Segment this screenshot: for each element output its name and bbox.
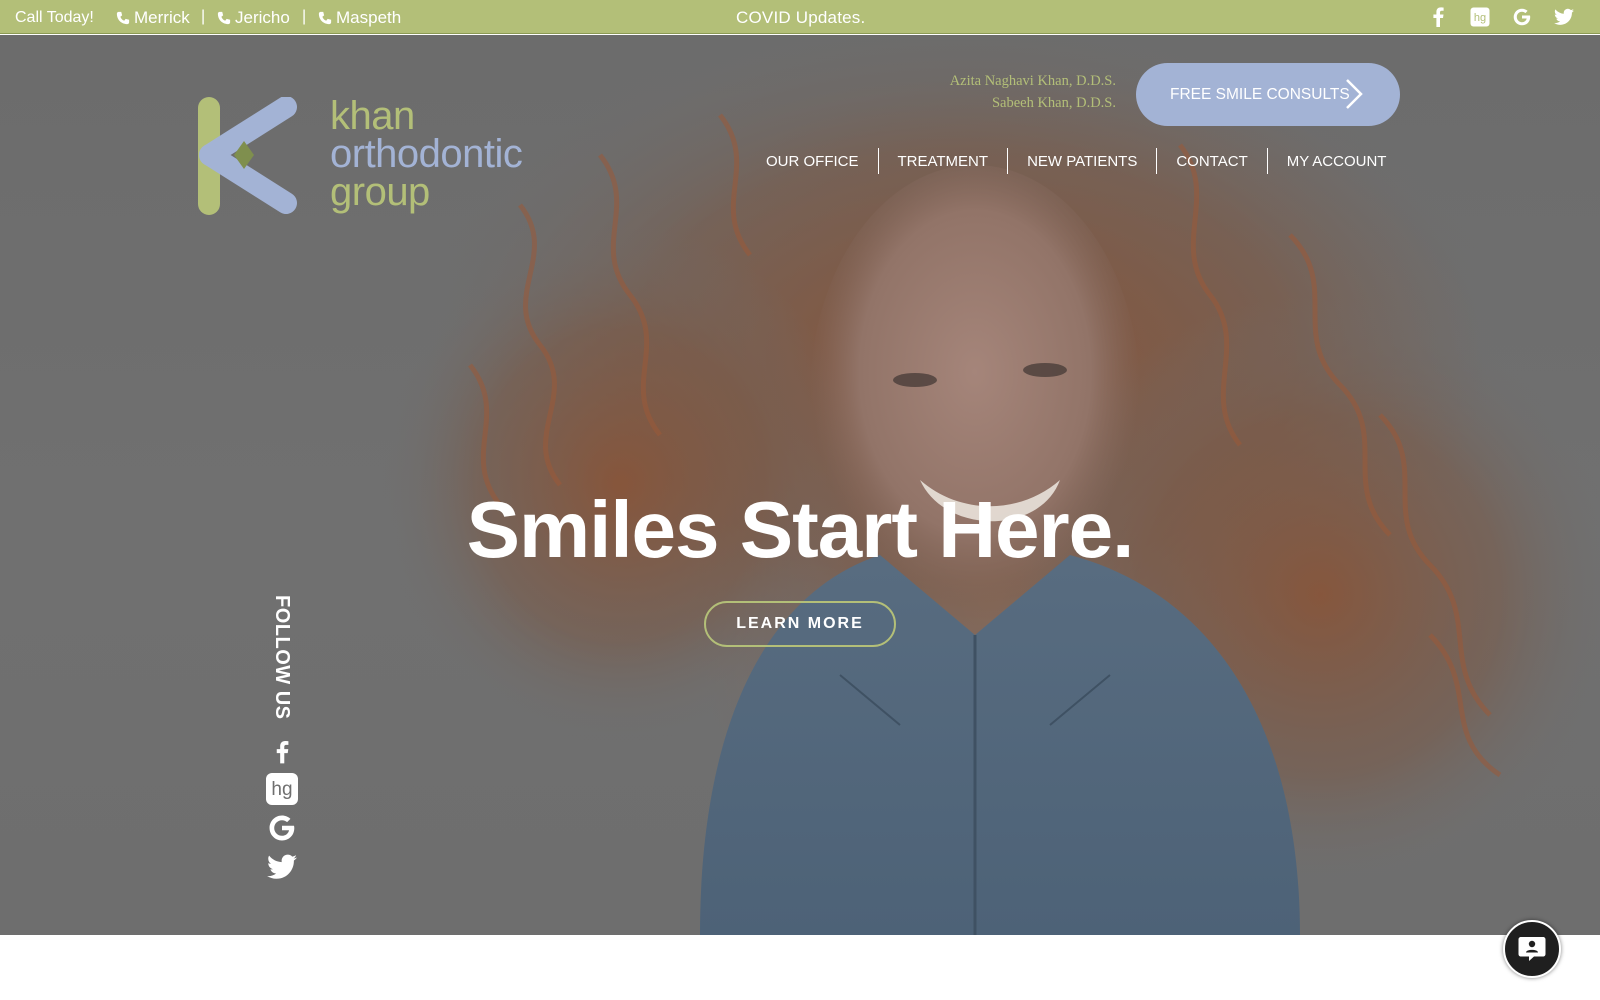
twitter-icon[interactable] bbox=[1553, 6, 1575, 28]
hero-section: khan orthodontic group Azita Naghavi Kha… bbox=[0, 35, 1600, 935]
location-jericho: Jericho bbox=[235, 8, 290, 27]
call-today-label: Call Today! bbox=[15, 9, 94, 26]
nav-treatment[interactable]: TREATMENT bbox=[879, 153, 1008, 170]
logo-text-group: group bbox=[330, 170, 430, 214]
twitter-icon[interactable] bbox=[264, 850, 300, 884]
nav-our-office[interactable]: OUR OFFICE bbox=[758, 153, 878, 170]
separator: | bbox=[302, 8, 307, 25]
main-nav: OUR OFFICE TREATMENT NEW PATIENTS CONTAC… bbox=[758, 148, 1405, 174]
chevron-right-icon bbox=[1346, 79, 1363, 109]
facebook-icon[interactable] bbox=[1427, 6, 1449, 28]
nav-my-account[interactable]: MY ACCOUNT bbox=[1268, 153, 1406, 170]
houzz-hg-icon[interactable]: hg bbox=[1469, 6, 1491, 28]
learn-more-button[interactable]: LEARN MORE bbox=[704, 601, 896, 647]
consult-button-label: FREE SMILE CONSULTS bbox=[1170, 85, 1350, 103]
covid-updates-link[interactable]: COVID Updates. bbox=[736, 8, 865, 28]
logo-text-orthodontic: orthodontic bbox=[330, 132, 523, 176]
svg-text:hg: hg bbox=[1474, 12, 1486, 24]
logo-k-mark bbox=[198, 97, 297, 215]
hg-icon[interactable]: hg bbox=[264, 772, 300, 806]
location-merrick: Merrick bbox=[134, 8, 190, 27]
follow-us-text: FOLLOW US bbox=[271, 595, 293, 720]
chat-contact-icon bbox=[1518, 937, 1546, 961]
doctor-names: Azita Naghavi Khan, D.D.S. Sabeeh Khan, … bbox=[900, 70, 1116, 114]
phone-link-maspeth[interactable]: Maspeth bbox=[318, 8, 401, 28]
free-smile-consults-button[interactable]: FREE SMILE CONSULTS bbox=[1136, 63, 1400, 126]
phone-icon bbox=[217, 11, 231, 25]
logo-text-khan: khan bbox=[330, 94, 415, 138]
follow-us-label: FOLLOW US bbox=[270, 595, 294, 719]
phone-link-merrick[interactable]: Merrick bbox=[116, 8, 190, 28]
phone-link-jericho[interactable]: Jericho bbox=[217, 8, 290, 28]
google-icon[interactable] bbox=[1511, 6, 1533, 28]
hero-headline: Smiles Start Here. bbox=[466, 485, 1135, 574]
svg-text:hg: hg bbox=[271, 779, 292, 800]
khan-orthodontic-logo[interactable]: khan orthodontic group bbox=[198, 94, 538, 217]
doctor-name-sabeeh: Sabeeh Khan, D.D.S. bbox=[991, 95, 1116, 111]
nav-new-patients[interactable]: NEW PATIENTS bbox=[1008, 153, 1156, 170]
google-icon[interactable] bbox=[264, 811, 300, 845]
top-bar: Call Today! Merrick | Jericho | Maspeth … bbox=[0, 0, 1600, 34]
separator: | bbox=[201, 8, 206, 25]
nav-contact[interactable]: CONTACT bbox=[1157, 153, 1266, 170]
phone-icon bbox=[318, 11, 332, 25]
chat-widget-button[interactable] bbox=[1503, 920, 1561, 978]
phone-icon bbox=[116, 11, 130, 25]
location-maspeth: Maspeth bbox=[336, 8, 402, 27]
doctor-name-azita: Azita Naghavi Khan, D.D.S. bbox=[949, 73, 1116, 89]
facebook-icon[interactable] bbox=[264, 735, 300, 769]
